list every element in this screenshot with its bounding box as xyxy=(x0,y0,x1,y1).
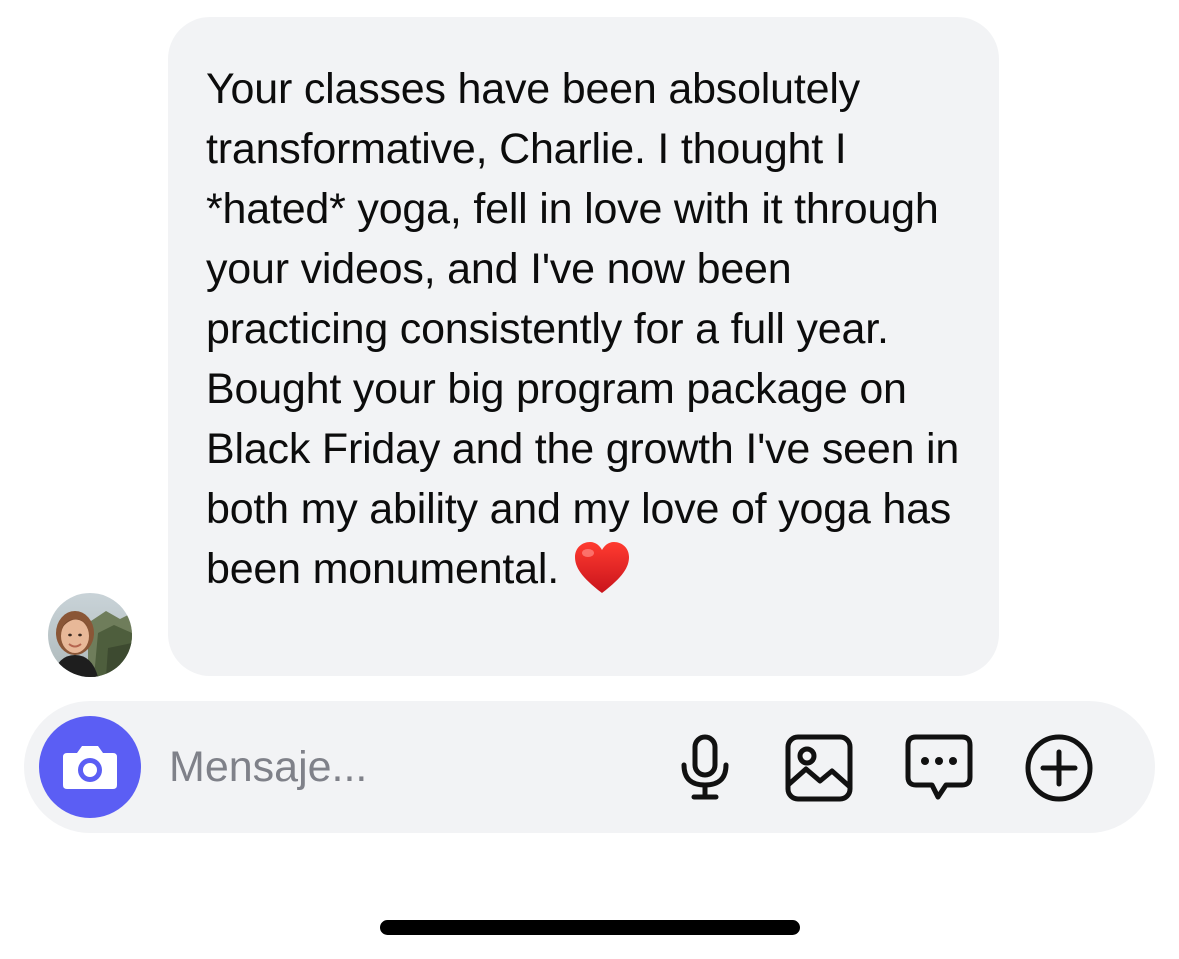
sticker-chat-icon xyxy=(905,734,973,800)
avatar-image xyxy=(48,593,132,677)
message-composer xyxy=(24,701,1155,833)
message-text: Your classes have been absolutely transf… xyxy=(206,59,969,599)
contact-avatar[interactable] xyxy=(48,593,132,677)
camera-button[interactable] xyxy=(39,716,141,818)
image-icon xyxy=(785,734,853,802)
home-indicator[interactable] xyxy=(380,920,800,935)
sticker-button[interactable] xyxy=(904,733,974,803)
camera-icon xyxy=(63,746,117,789)
more-options-button[interactable] xyxy=(1024,733,1094,803)
plus-circle-icon xyxy=(1025,734,1093,802)
heart-icon xyxy=(573,541,631,595)
microphone-button[interactable] xyxy=(670,733,740,803)
gallery-button[interactable] xyxy=(784,733,854,803)
message-input[interactable] xyxy=(169,737,629,797)
message-thread: Your classes have been absolutely transf… xyxy=(0,0,1179,690)
message-body: Your classes have been absolutely transf… xyxy=(206,65,960,593)
microphone-icon xyxy=(681,734,729,800)
incoming-message-bubble[interactable]: Your classes have been absolutely transf… xyxy=(168,17,999,676)
